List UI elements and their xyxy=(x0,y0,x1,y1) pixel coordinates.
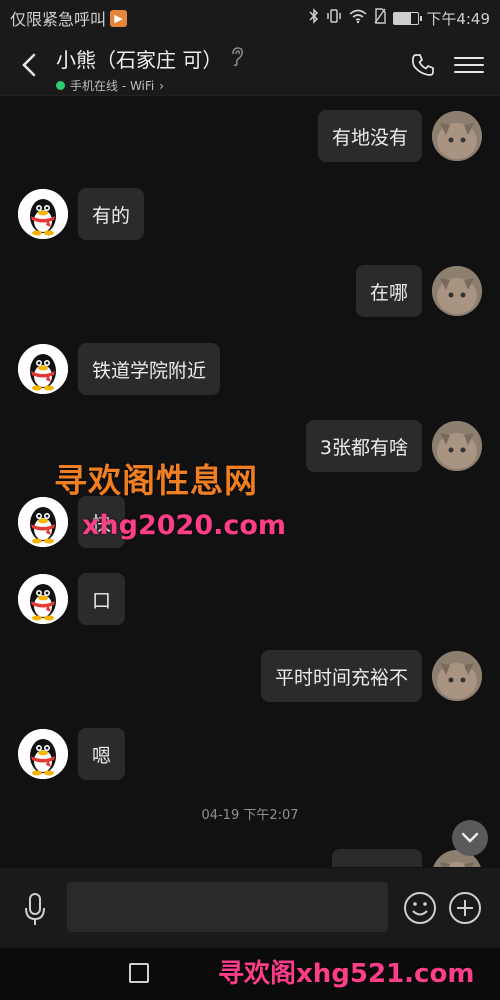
message-bubble[interactable]: 口 xyxy=(78,573,126,625)
message-row: 有地没有 xyxy=(0,110,500,162)
watermark-bottom: 寻欢阁xhg521.com xyxy=(218,959,475,989)
contact-avatar[interactable] xyxy=(18,729,68,779)
message-input[interactable] xyxy=(67,882,388,932)
message-row: 嗯 xyxy=(0,728,500,780)
call-button[interactable] xyxy=(408,50,438,80)
battery-level xyxy=(394,12,412,24)
ear-icon[interactable] xyxy=(230,46,244,71)
chat-header: 小熊（石家庄 可） 手机在线 - WiFi › xyxy=(0,36,500,96)
bluetooth-icon xyxy=(309,8,319,28)
emoji-button[interactable] xyxy=(403,891,437,925)
back-button[interactable] xyxy=(14,50,44,80)
message-timestamp: 04-19 下午2:07 xyxy=(201,808,299,823)
message-bubble[interactable]: 在哪 xyxy=(355,265,422,317)
voice-button[interactable] xyxy=(18,890,52,930)
contact-avatar[interactable] xyxy=(18,189,68,239)
contact-name: 小熊（石家庄 可） xyxy=(56,48,223,72)
message-bubble[interactable]: 有的 xyxy=(78,188,145,240)
plus-icon xyxy=(449,892,481,924)
contact-avatar[interactable] xyxy=(18,344,68,394)
message-row: 在哪 xyxy=(0,265,500,317)
menu-icon-line xyxy=(454,71,484,73)
online-status-text: 手机在线 - WiFi xyxy=(70,79,155,93)
no-sim-icon xyxy=(374,8,387,28)
contact-avatar[interactable] xyxy=(18,497,68,547)
chevron-down-icon xyxy=(461,832,479,843)
message-bubble[interactable]: 有qq… xyxy=(331,849,422,867)
my-avatar[interactable] xyxy=(432,651,482,701)
menu-icon-line xyxy=(454,64,484,66)
message-bubble[interactable]: 嗯 xyxy=(78,728,126,780)
message-row: 口 xyxy=(0,573,500,625)
message-bubble[interactable]: 铁道学院附近 xyxy=(78,343,221,395)
my-avatar[interactable] xyxy=(432,266,482,316)
message-row: 平时时间充裕不 xyxy=(0,650,500,702)
scroll-to-bottom-button[interactable] xyxy=(452,820,488,856)
status-time: 下午4:49 xyxy=(426,9,490,28)
chevron-right-icon: › xyxy=(159,78,165,93)
contact-info[interactable]: 小熊（石家庄 可） 手机在线 - WiFi › xyxy=(56,44,244,94)
message-row: 铁道学院附近 xyxy=(0,343,500,395)
status-bar: 仅限紧急呼叫 ▶ 下午4:49 xyxy=(0,0,500,36)
battery-icon xyxy=(393,11,423,25)
recent-apps-button[interactable] xyxy=(129,963,149,983)
back-arrow-icon xyxy=(22,53,36,77)
play-badge-icon: ▶ xyxy=(110,9,128,27)
online-status-dot xyxy=(56,81,65,90)
phone-icon xyxy=(412,54,434,76)
watermark-title: 寻欢阁性息网 xyxy=(54,461,258,500)
wifi-icon xyxy=(349,8,367,28)
more-button[interactable] xyxy=(448,891,482,925)
microphone-icon xyxy=(25,893,45,925)
message-bubble[interactable]: 平时时间充裕不 xyxy=(260,650,422,702)
my-avatar[interactable] xyxy=(432,111,482,161)
vibrate-icon xyxy=(326,8,342,28)
message-row: 有的 xyxy=(0,188,500,240)
menu-icon-line xyxy=(454,57,484,59)
watermark-url: xhg2020.com xyxy=(82,510,287,541)
status-left-text: 仅限紧急呼叫 xyxy=(10,10,107,29)
emoji-icon xyxy=(404,892,436,924)
message-bubble[interactable]: 3张都有啥 xyxy=(305,420,422,472)
contact-avatar[interactable] xyxy=(18,574,68,624)
message-bubble[interactable]: 有地没有 xyxy=(317,110,422,162)
message-row: 有qq… xyxy=(0,849,500,867)
menu-button[interactable] xyxy=(454,50,484,80)
my-avatar[interactable] xyxy=(432,421,482,471)
input-bar xyxy=(0,868,500,948)
